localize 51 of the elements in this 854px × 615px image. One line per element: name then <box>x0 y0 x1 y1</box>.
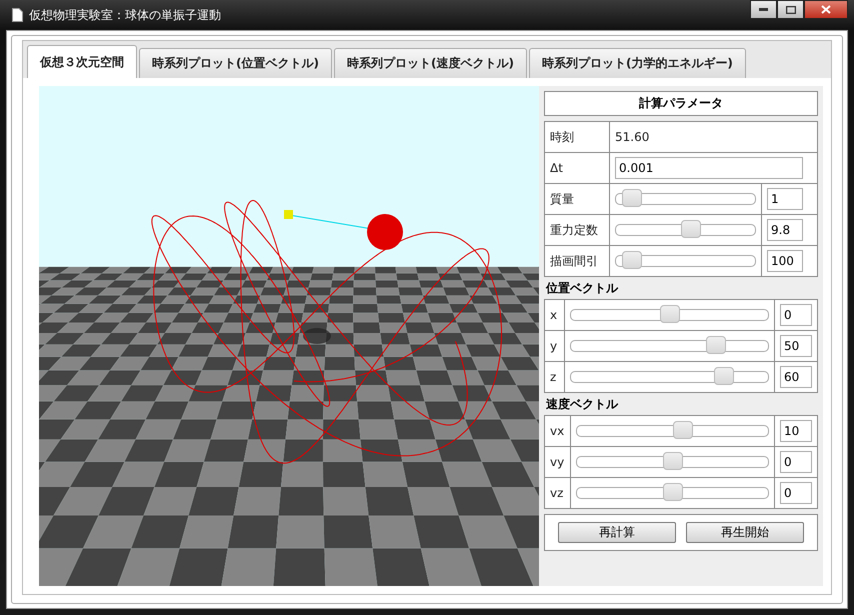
close-button[interactable] <box>804 0 848 19</box>
slider-thumb[interactable] <box>660 305 680 323</box>
minimize-button[interactable] <box>750 0 777 19</box>
input-field[interactable]: 100 <box>767 250 803 272</box>
maximize-icon <box>786 6 796 14</box>
action-button[interactable]: 再生開始 <box>686 522 804 543</box>
param-label: Δt <box>550 161 563 175</box>
axis-label: y <box>550 339 558 353</box>
input-field[interactable]: 10 <box>780 420 812 442</box>
tab[interactable]: 時系列プロット(力学的エネルギー) <box>528 48 746 78</box>
slider-thumb[interactable] <box>622 251 642 269</box>
group-title: 位置ベクトル <box>546 280 620 297</box>
axis-label: z <box>550 370 556 384</box>
input-field[interactable]: 60 <box>780 366 812 388</box>
slider-thumb[interactable] <box>662 452 682 470</box>
input-field[interactable]: 0 <box>780 482 812 504</box>
slider-thumb[interactable] <box>681 220 702 238</box>
tab[interactable]: 仮想３次元空間 <box>27 45 137 78</box>
param-label: 重力定数 <box>550 222 598 238</box>
slider-thumb[interactable] <box>662 483 682 501</box>
tab[interactable]: 時系列プロット(位置ベクトル) <box>139 48 332 78</box>
input-field[interactable]: 1 <box>767 188 803 210</box>
axis-label: x <box>550 308 558 322</box>
sphere <box>367 214 403 250</box>
param-label: 時刻 <box>550 128 574 146</box>
axis-label: vy <box>550 455 564 469</box>
axis-label: vz <box>550 486 564 500</box>
axis-label: vx <box>550 424 564 438</box>
panel-title: 計算パラメータ <box>544 91 818 116</box>
input-field[interactable]: 0 <box>780 451 812 473</box>
action-button[interactable]: 再計算 <box>558 522 676 543</box>
slider-thumb[interactable] <box>672 421 693 439</box>
ball-shadow <box>303 328 331 344</box>
pivot-square <box>284 210 293 219</box>
tab[interactable]: 時系列プロット(速度ベクトル) <box>334 48 527 78</box>
input-field[interactable]: 50 <box>780 335 812 357</box>
input-field[interactable]: 0 <box>780 304 812 326</box>
param-label: 質量 <box>550 190 574 208</box>
group-title: 速度ベクトル <box>546 396 620 413</box>
minimize-icon <box>759 8 768 11</box>
input-field[interactable]: 9.8 <box>767 219 803 241</box>
close-icon <box>821 5 831 14</box>
document-icon <box>12 8 23 22</box>
time-value: 51.60 <box>615 130 650 144</box>
param-label: 描画間引 <box>550 252 598 270</box>
maximize-button[interactable] <box>777 0 804 19</box>
window-title: 仮想物理実験室：球体の単振子運動 <box>29 6 221 24</box>
slider-thumb[interactable] <box>706 336 726 354</box>
slider-thumb[interactable] <box>714 367 734 385</box>
slider-thumb[interactable] <box>622 189 642 207</box>
input-field[interactable]: 0.001 <box>615 157 803 179</box>
